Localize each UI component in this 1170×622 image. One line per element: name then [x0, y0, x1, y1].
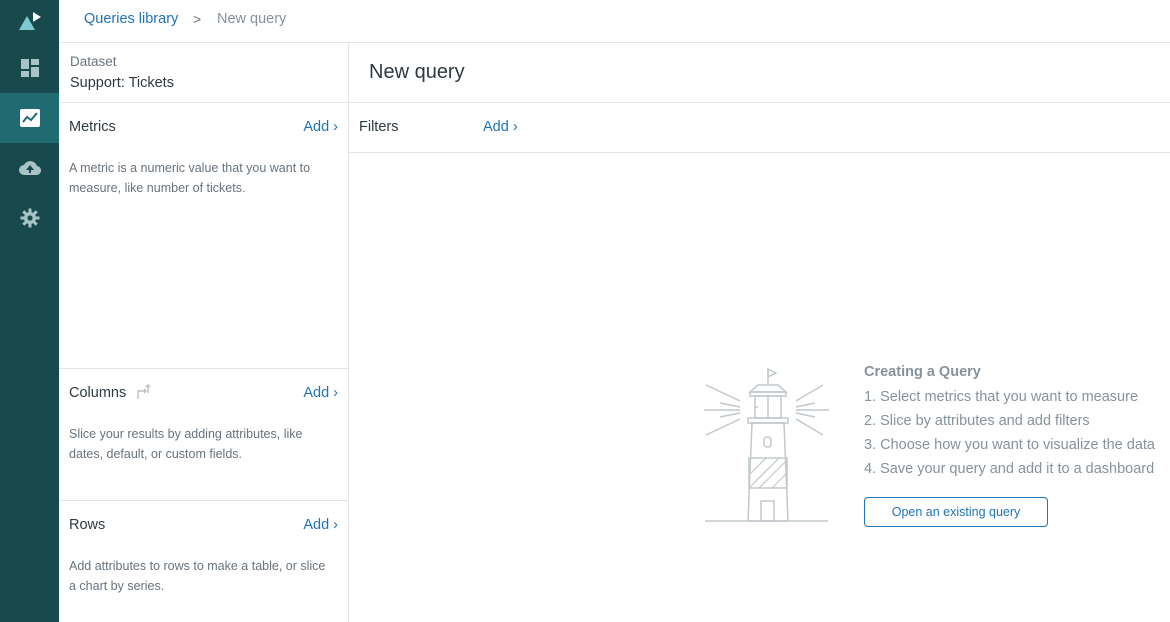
- open-existing-query-button[interactable]: Open an existing query: [864, 497, 1048, 527]
- settings-icon[interactable]: [0, 193, 59, 243]
- columns-title: Columns: [69, 385, 127, 401]
- guide-step: 1. Select metrics that you want to measu…: [864, 389, 1139, 405]
- app-nav-rail: [0, 0, 59, 622]
- lighthouse-illustration: [700, 365, 835, 530]
- dataset-label: Dataset: [70, 54, 117, 69]
- metrics-description: A metric is a numeric value that you wan…: [69, 161, 311, 195]
- breadcrumb: Queries library > New query: [59, 0, 1170, 43]
- logo-icon[interactable]: [0, 0, 59, 42]
- filters-add-button[interactable]: Add ›: [483, 119, 518, 135]
- metrics-section: Metrics Add › A metric is a numeric valu…: [59, 103, 348, 369]
- breadcrumb-separator: >: [193, 11, 202, 27]
- columns-description: Slice your results by adding attributes,…: [69, 427, 303, 461]
- breadcrumb-current: New query: [217, 11, 287, 27]
- query-header: New query: [349, 43, 1170, 103]
- dataset-selector[interactable]: Dataset Support: Tickets: [59, 43, 348, 103]
- rows-title: Rows: [69, 517, 106, 533]
- rows-add-button[interactable]: Add ›: [303, 517, 338, 533]
- query-builder-panel: Dataset Support: Tickets Metrics Add › A…: [59, 43, 349, 622]
- dataset-value[interactable]: Support: Tickets: [70, 75, 174, 91]
- columns-add-button[interactable]: Add ›: [303, 385, 338, 401]
- rows-description: Add attributes to rows to make a table, …: [69, 559, 326, 593]
- query-chart-icon[interactable]: [0, 93, 59, 143]
- dashboard-icon[interactable]: [0, 43, 59, 93]
- guide-title: Creating a Query: [864, 364, 981, 380]
- rows-section: Rows Add › Add attributes to rows to mak…: [59, 501, 348, 622]
- columns-section: Columns Add › Slice your results by addi…: [59, 369, 348, 501]
- metrics-title: Metrics: [69, 119, 116, 135]
- guide-step: 4. Save your query and add it to a dashb…: [864, 461, 1155, 477]
- swap-columns-rows-icon[interactable]: [135, 384, 151, 405]
- breadcrumb-queries-library-link[interactable]: Queries library: [84, 11, 178, 27]
- guide-step: 3. Choose how you want to visualize the …: [864, 437, 1155, 453]
- filters-bar: Filters Add ›: [349, 103, 1170, 153]
- guide-step: 2. Slice by attributes and add filters: [864, 413, 1090, 429]
- metrics-add-button[interactable]: Add ›: [303, 119, 338, 135]
- getting-started-guide: Creating a Query 1. Select metrics that …: [864, 364, 1155, 481]
- filters-label: Filters: [359, 119, 399, 135]
- page-title[interactable]: New query: [369, 61, 465, 84]
- cloud-upload-icon[interactable]: [0, 143, 59, 193]
